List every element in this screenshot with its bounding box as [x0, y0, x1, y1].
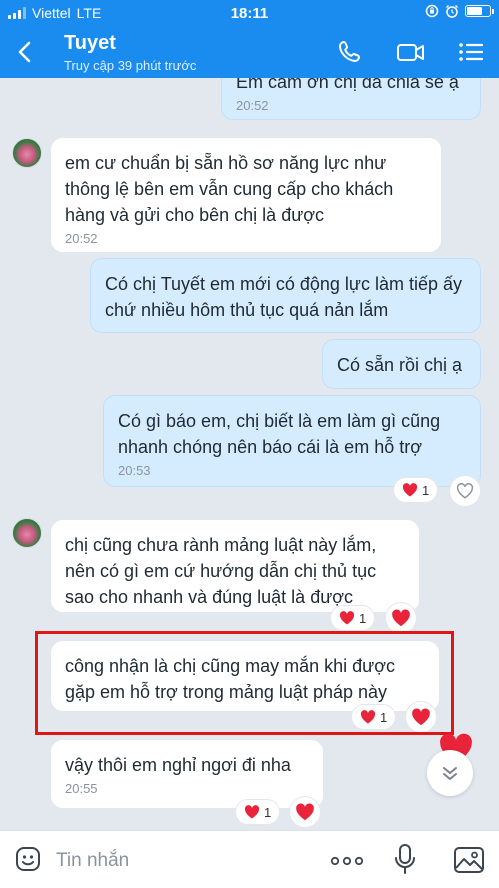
message-bubble-outgoing[interactable]: Có gì báo em, chị biết là em làm gì cũng…: [103, 395, 481, 487]
battery-icon: [465, 5, 494, 17]
heart-icon: [244, 805, 260, 819]
react-button[interactable]: [290, 797, 320, 827]
microphone-icon[interactable]: [393, 843, 417, 875]
message-time: 20:52: [65, 231, 98, 246]
message-text: Có gì báo em, chị biết là em làm gì cũng…: [118, 411, 441, 457]
reaction-count: 1: [422, 482, 430, 498]
top-bar: Viettel LTE 18:11 Tuyet Truy cập 39 phút…: [0, 0, 499, 78]
alarm-icon: [445, 4, 459, 18]
heart-icon: [296, 803, 314, 821]
more-icon[interactable]: [330, 855, 364, 867]
heart-icon: [402, 483, 418, 497]
message-time: 20:55: [65, 781, 98, 796]
reaction-count: 1: [359, 610, 367, 626]
message-bubble-incoming[interactable]: em cư chuẩn bị sẵn hồ sơ năng lực như th…: [51, 138, 441, 252]
back-icon[interactable]: [12, 38, 40, 66]
contact-avatar[interactable]: [12, 518, 42, 548]
status-right: [425, 4, 494, 18]
message-bubble-outgoing[interactable]: Có chị Tuyết em mới có động lực làm tiếp…: [90, 258, 481, 333]
reaction-summary[interactable]: 1: [331, 606, 375, 630]
video-call-icon[interactable]: [396, 38, 426, 66]
message-input[interactable]: Tin nhắn: [56, 850, 129, 872]
message-text: em cư chuẩn bị sẵn hồ sơ năng lực như th…: [65, 153, 394, 225]
message-input-bar: Tin nhắn: [0, 830, 499, 888]
message-bubble-incoming[interactable]: chị cũng chưa rành mảng luật này lắm, nê…: [51, 520, 419, 612]
last-seen-status: Truy cập 39 phút trước: [64, 58, 197, 73]
image-icon[interactable]: [453, 845, 485, 875]
reaction-summary[interactable]: 1: [394, 478, 438, 502]
heart-outline-icon: [456, 483, 474, 499]
message-time: 20:52: [236, 98, 269, 113]
message-bubble-incoming[interactable]: vậy thôi em nghỉ ngơi đi nha 20:55: [51, 740, 323, 808]
reaction-count: 1: [264, 804, 272, 820]
message-text: Có chị Tuyết em mới có động lực làm tiếp…: [105, 274, 462, 320]
phone-icon[interactable]: [336, 38, 366, 66]
orientation-lock-icon: [425, 4, 439, 18]
reaction-summary[interactable]: 1: [236, 800, 280, 824]
contact-avatar[interactable]: [12, 138, 42, 168]
message-text: chị cũng chưa rành mảng luật này lắm, nê…: [65, 535, 377, 607]
menu-icon[interactable]: [456, 38, 486, 66]
double-chevron-down-icon: [443, 767, 457, 780]
message-bubble-outgoing[interactable]: Có sẵn rồi chị ạ: [322, 339, 481, 389]
message-text: vậy thôi em nghỉ ngơi đi nha: [65, 755, 291, 775]
react-button[interactable]: [386, 603, 416, 633]
react-button[interactable]: [450, 476, 480, 506]
heart-icon: [392, 609, 410, 627]
message-text: Có sẵn rồi chị ạ: [337, 355, 463, 375]
contact-name[interactable]: Tuyet: [64, 32, 116, 55]
sticker-icon[interactable]: [14, 845, 42, 873]
message-bubble-outgoing[interactable]: Em cảm ơn chị đã chia sẻ ạ 20:52: [221, 78, 481, 120]
message-text: Em cảm ơn chị đã chia sẻ ạ: [236, 78, 459, 92]
scroll-down-button[interactable]: [427, 750, 473, 796]
status-bar: Viettel LTE 18:11: [0, 0, 499, 26]
highlight-box: [35, 631, 454, 735]
heart-icon: [339, 611, 355, 625]
